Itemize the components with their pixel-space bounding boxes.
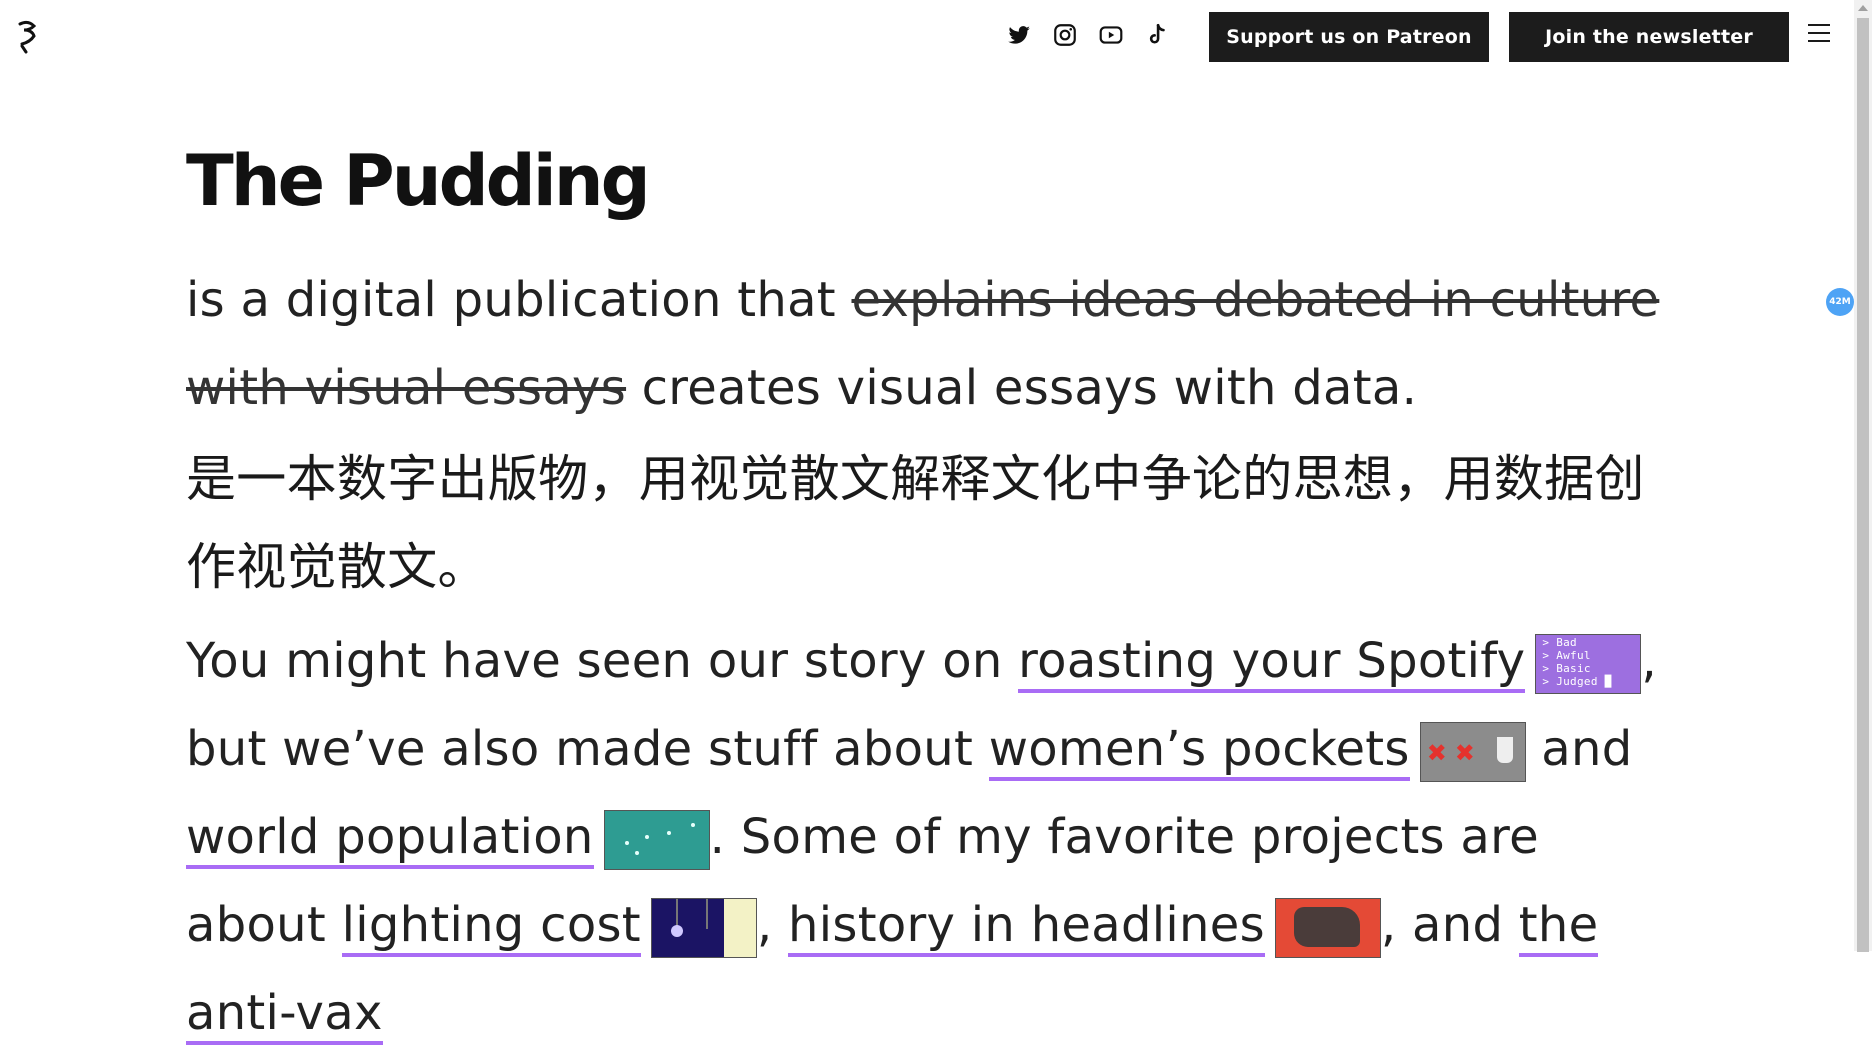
stories-text: , and	[1380, 897, 1519, 953]
chinese-paragraph: 是一本数字出版物，用视觉散文解释文化中争论的思想，用数据创作视觉散文。	[186, 450, 1645, 596]
x-mark-icon: ✖	[1426, 739, 1448, 767]
population-dot	[690, 823, 695, 827]
x-mark-icon: ✖	[1454, 739, 1476, 767]
tiktok-icon[interactable]	[1144, 22, 1170, 48]
intro-tail: creates visual essays with data.	[626, 360, 1418, 416]
thumb-line: > Judged █	[1542, 675, 1612, 688]
pockets-story-thumbnail[interactable]: ✖ ✖	[1419, 722, 1526, 782]
scrollbar[interactable]	[1854, 0, 1872, 952]
population-dot	[666, 831, 671, 835]
social-links	[1006, 22, 1170, 48]
intro-paragraph: is a digital publication that explains i…	[186, 256, 1686, 432]
lighting-panel	[723, 899, 756, 957]
population-dot	[624, 841, 629, 845]
twitter-icon[interactable]	[1006, 22, 1032, 48]
headlines-collage	[1293, 907, 1360, 947]
hamburger-menu-icon[interactable]	[1808, 24, 1830, 44]
thumb-line: > Basic	[1542, 662, 1591, 675]
link-world-population[interactable]: world population	[186, 809, 594, 869]
support-patreon-button[interactable]: Support us on Patreon	[1209, 12, 1489, 62]
link-womens-pockets[interactable]: women’s pockets	[988, 721, 1410, 781]
link-lighting-cost[interactable]: lighting cost	[341, 897, 641, 957]
scrollbar-thumb[interactable]	[1857, 18, 1869, 952]
lighting-story-thumbnail[interactable]	[650, 898, 757, 958]
pocket-icon	[1496, 737, 1513, 763]
stories-text: ,	[756, 897, 789, 953]
bulb-icon	[670, 925, 683, 937]
stories-text: and	[1525, 721, 1633, 777]
thumb-line: > Awful	[1542, 649, 1591, 662]
page-title: The Pudding	[186, 140, 651, 222]
scroll-up-arrow-icon[interactable]	[1858, 5, 1868, 11]
pudding-logo-icon[interactable]	[14, 18, 42, 56]
link-history-headlines[interactable]: history in headlines	[788, 897, 1265, 957]
population-story-thumbnail[interactable]	[603, 810, 710, 870]
youtube-icon[interactable]	[1098, 22, 1124, 48]
floating-badge[interactable]: 42M	[1826, 288, 1854, 316]
thumb-line: > Bad	[1542, 636, 1577, 649]
headlines-story-thumbnail[interactable]	[1274, 898, 1381, 958]
population-dot	[644, 835, 649, 839]
stories-text: You might have seen our story on	[186, 633, 1019, 689]
stories-paragraph: You might have seen our story on roastin…	[186, 617, 1686, 1057]
intro-lead: is a digital publication that	[186, 272, 852, 328]
population-dot	[634, 851, 639, 855]
link-roasting-spotify[interactable]: roasting your Spotify	[1018, 633, 1526, 693]
bulb-cord	[705, 899, 708, 929]
spotify-story-thumbnail[interactable]: > Bad > Awful > Basic > Judged █	[1535, 634, 1642, 694]
join-newsletter-button[interactable]: Join the newsletter	[1509, 12, 1789, 62]
instagram-icon[interactable]	[1052, 22, 1078, 48]
